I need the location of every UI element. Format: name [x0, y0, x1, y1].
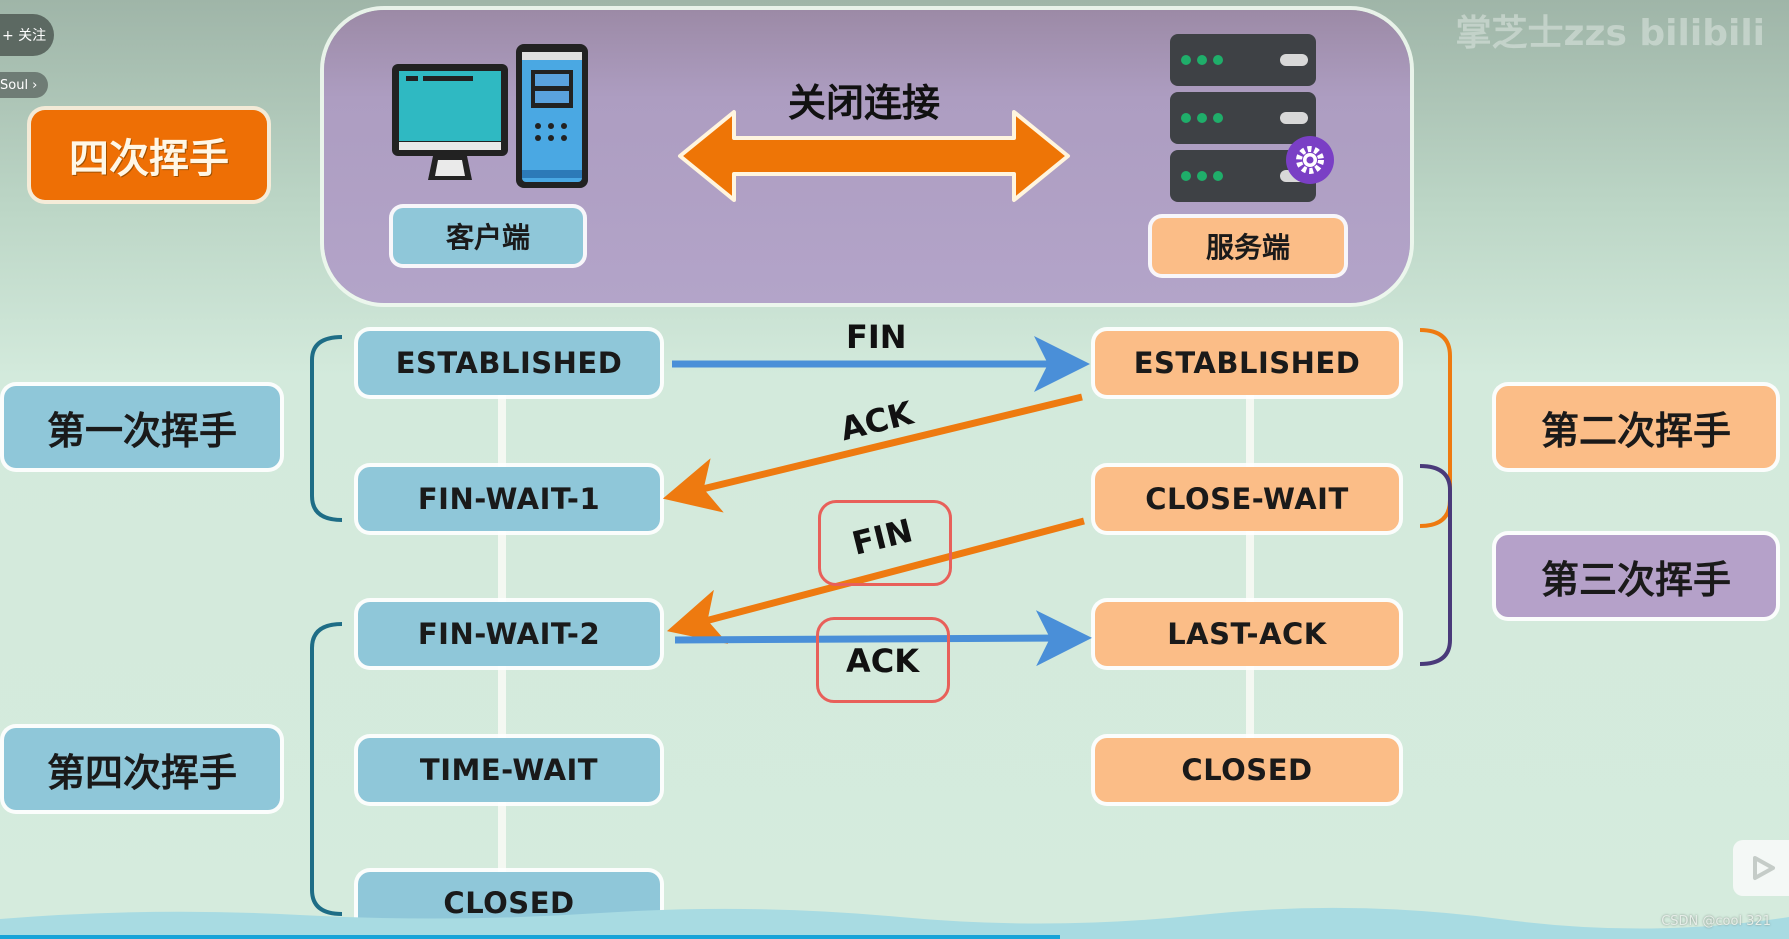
play-button[interactable] [1733, 836, 1789, 896]
play-icon [1745, 836, 1775, 880]
message-label-fin-1: FIN [846, 318, 907, 356]
credit-text: CSDN @cool 321 [1661, 914, 1771, 929]
message-label-ack-2: ACK [846, 642, 920, 680]
message-arrows [662, 336, 1092, 667]
decorative-waves [0, 907, 1789, 939]
